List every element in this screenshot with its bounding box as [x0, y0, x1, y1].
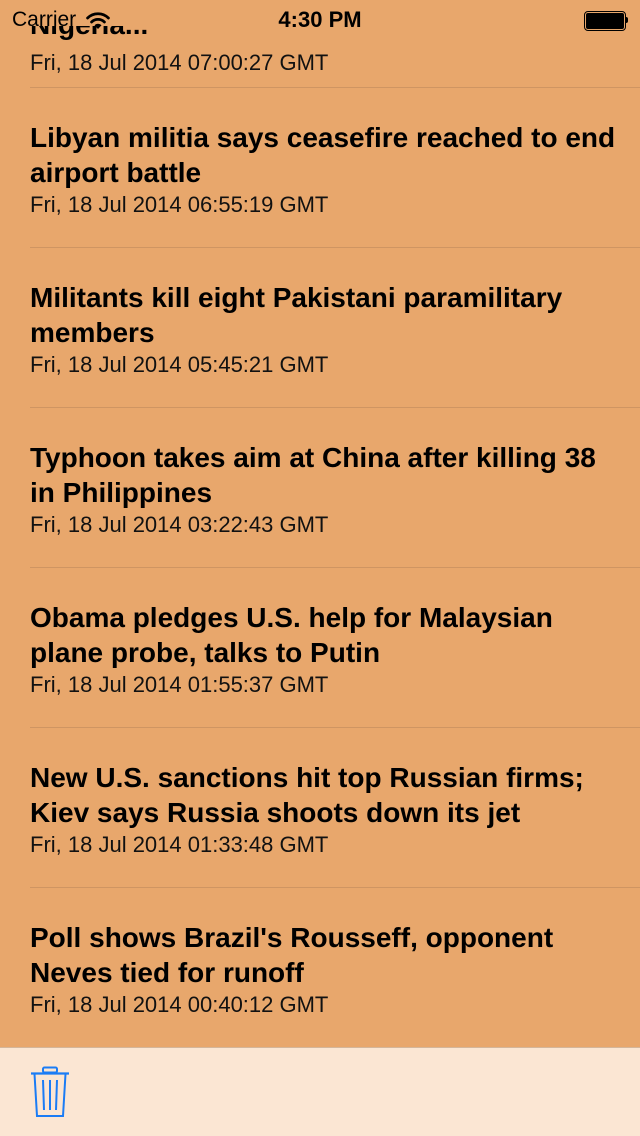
item-title: Typhoon takes aim at China after killing…	[30, 442, 596, 508]
battery-icon	[584, 11, 628, 31]
list-item[interactable]: Militants kill eight Pakistani paramilit…	[0, 248, 640, 408]
item-date: Fri, 18 Jul 2014 07:00:27 GMT	[30, 50, 329, 75]
item-title: Obama pledges U.S. help for Malaysian pl…	[30, 602, 553, 668]
list-item[interactable]: New U.S. sanctions hit top Russian firms…	[0, 728, 640, 888]
list-item[interactable]: Poll shows Brazil's Rousseff, opponent N…	[0, 888, 640, 1047]
list-item[interactable]: Typhoon takes aim at China after killing…	[0, 408, 640, 568]
trash-icon	[31, 1066, 69, 1117]
item-date: Fri, 18 Jul 2014 06:55:19 GMT	[30, 192, 329, 217]
item-title: Militants kill eight Pakistani paramilit…	[30, 282, 563, 348]
status-time: 4:30 PM	[278, 7, 362, 32]
item-title: New U.S. sanctions hit top Russian firms…	[30, 762, 584, 828]
item-date: Fri, 18 Jul 2014 01:33:48 GMT	[30, 832, 329, 857]
item-date: Fri, 18 Jul 2014 01:55:37 GMT	[30, 672, 329, 697]
list-item[interactable]: Obama pledges U.S. help for Malaysian pl…	[0, 568, 640, 728]
item-date: Fri, 18 Jul 2014 00:40:12 GMT	[30, 992, 329, 1017]
item-title: Poll shows Brazil's Rousseff, opponent N…	[30, 922, 554, 988]
item-date: Fri, 18 Jul 2014 05:45:21 GMT	[30, 352, 329, 377]
status-bar: Carrier 4:30 PM	[0, 0, 640, 40]
news-list: Nigeria... Fri, 18 Jul 2014 07:00:27 GMT…	[0, 0, 640, 1047]
list-item[interactable]: Libyan militia says ceasefire reached to…	[0, 88, 640, 248]
bottom-toolbar	[0, 1047, 640, 1136]
item-date: Fri, 18 Jul 2014 03:22:43 GMT	[30, 512, 329, 537]
item-title: Libyan militia says ceasefire reached to…	[30, 122, 616, 188]
trash-button[interactable]	[30, 1066, 70, 1118]
